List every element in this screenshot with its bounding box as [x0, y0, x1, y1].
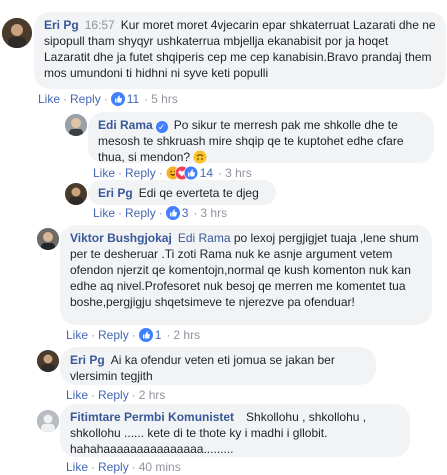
reply-button[interactable]: Reply [98, 460, 129, 474]
comment-bubble: Viktor Bushgjokaj Edi Rama po lexoj pergj… [60, 225, 432, 325]
comment-author[interactable]: Eri Pg [44, 18, 79, 32]
reply-button[interactable]: Reply [125, 206, 156, 220]
comment-actions: Like · Reply · 3 · 3 hrs [93, 206, 227, 223]
comment-actions: Like · Reply · 2 hrs [66, 388, 166, 402]
comment-time-inline: 16:57 [84, 18, 115, 32]
avatar-image [65, 114, 87, 136]
comment-bubble: Eri Pg Ai ka ofendur veten eti jomua se j… [60, 347, 376, 385]
comment-bubble: Eri Pg Edi qe everteta te djeg [88, 180, 276, 205]
comment-actions: Like · Reply · 11 · 5 hrs [38, 92, 178, 109]
comment-time[interactable]: 3 hrs [225, 166, 252, 180]
avatar-image [37, 410, 59, 432]
like-button[interactable]: Like [66, 328, 88, 342]
comment-author[interactable]: Eri Pg [70, 353, 105, 367]
comment-author[interactable]: Eri Pg [98, 186, 133, 200]
avatar-image [37, 350, 59, 372]
avatar-eri-pg[interactable] [2, 18, 32, 48]
avatar-image [2, 18, 32, 48]
comment-bubble: Eri Pg 16:57 Kur moret moret 4vjecarin epa… [34, 12, 446, 89]
reply-button[interactable]: Reply [70, 92, 101, 106]
reply-button[interactable]: Reply [98, 328, 129, 342]
avatar-viktor-bushgjokaj[interactable] [37, 228, 59, 250]
comment-author[interactable]: Edi Rama [98, 118, 153, 132]
comment-text: Ai ka ofendur veten eti jomua se jakan b… [70, 353, 335, 383]
comment-actions: Like · Reply · 1 · 2 hrs [66, 328, 200, 345]
upside-down-face-emoji [193, 150, 207, 164]
like-button[interactable]: Like [93, 166, 115, 180]
reaction-count[interactable]: 14 [200, 166, 213, 180]
avatar-eri-pg[interactable] [37, 350, 59, 372]
comment-time[interactable]: 3 hrs [200, 206, 227, 220]
comment-author[interactable]: Viktor Bushgjokaj [70, 231, 172, 245]
reaction-count[interactable]: 3 [182, 206, 189, 220]
avatar-image [37, 228, 59, 250]
like-button[interactable]: Like [66, 460, 88, 474]
reply-button[interactable]: Reply [125, 166, 156, 180]
avatar-eri-pg[interactable] [65, 183, 87, 205]
comment-time[interactable]: 40 mins [139, 460, 181, 474]
like-button[interactable]: Like [66, 388, 88, 402]
avatar-fitimtare[interactable] [37, 410, 59, 432]
comment-text: Edi qe everteta te djeg [138, 186, 259, 200]
like-reaction-icon[interactable] [110, 92, 125, 109]
avatar-edi-rama[interactable] [65, 114, 87, 136]
comment-time[interactable]: 2 hrs [139, 388, 166, 402]
comment-bubble: Edi Rama ✓ Po sikur te merresh pak me shko… [88, 112, 434, 164]
comment-actions: Like · Reply · 40 mins [66, 460, 181, 474]
like-reaction-icon[interactable] [165, 206, 180, 223]
avatar-image [65, 183, 87, 205]
comment-time[interactable]: 5 hrs [151, 92, 178, 106]
like-button[interactable]: Like [38, 92, 60, 106]
like-button[interactable]: Like [93, 206, 115, 220]
reply-button[interactable]: Reply [98, 388, 129, 402]
verified-badge-icon: ✓ [155, 121, 168, 133]
reaction-count[interactable]: 1 [155, 328, 162, 342]
like-reaction-icon[interactable] [138, 328, 153, 345]
reaction-count[interactable]: 11 [127, 92, 139, 106]
comment-bubble: Fitimtare Permbi Komunistet Shkollohu , s… [60, 404, 410, 457]
mention-tag[interactable]: Edi Rama [178, 231, 231, 245]
comment-author[interactable]: Fitimtare Permbi Komunistet [70, 410, 234, 424]
comment-time[interactable]: 2 hrs [173, 328, 200, 342]
